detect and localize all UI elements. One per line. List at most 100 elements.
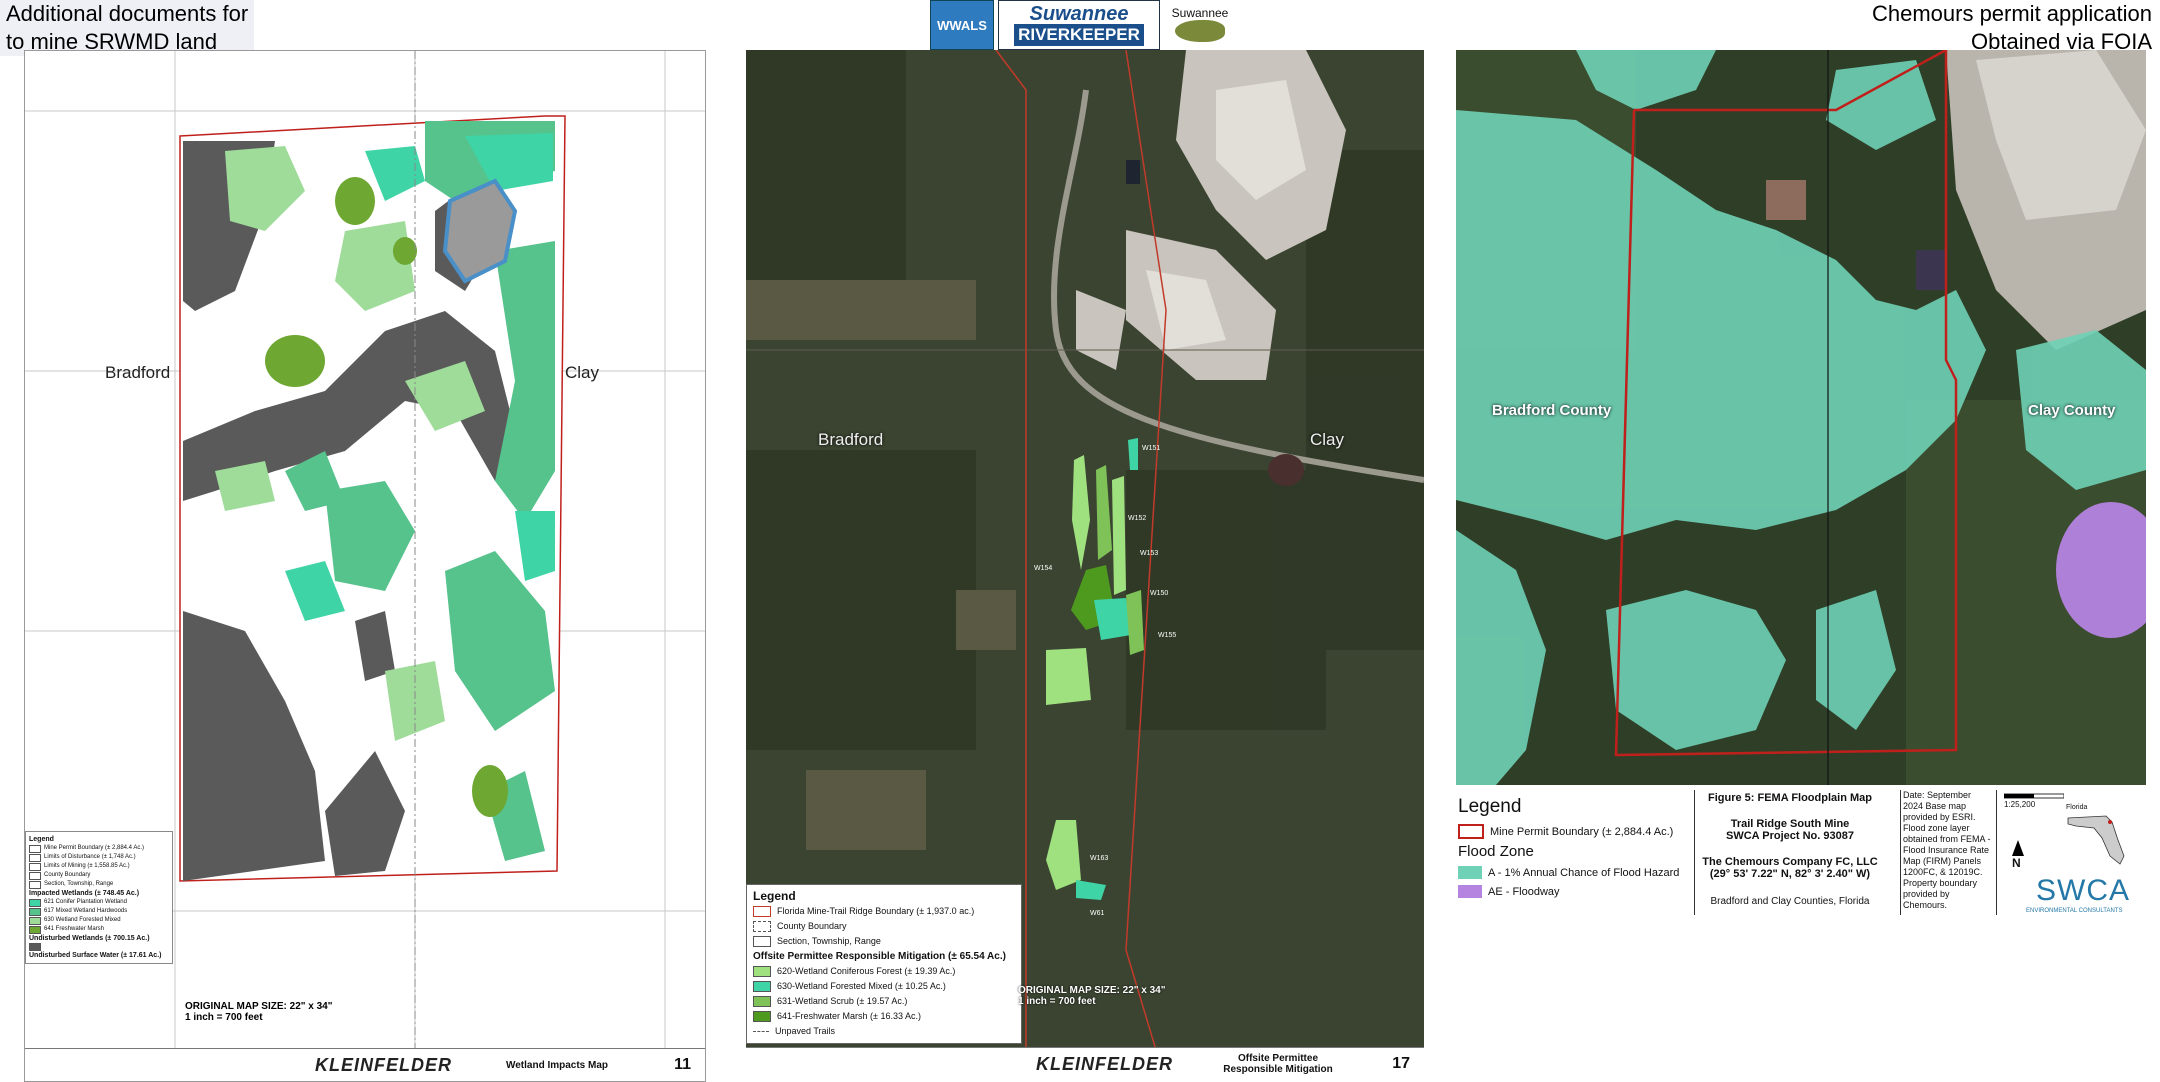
legend-swatch [753, 921, 771, 932]
legend-item: Mine Permit Boundary (± 2,884.4 Ac.) [1458, 824, 1688, 839]
legend-label: A - 1% Annual Chance of Flood Hazard [1488, 866, 1680, 879]
wetland-id-label: W61 [1090, 910, 1105, 917]
suwannee-fish-logo-text: Suwannee [1171, 6, 1229, 20]
legend-swatch [1458, 824, 1484, 839]
scale-text: 1 inch = 700 feet [1018, 996, 1096, 1007]
legend-item: Limits of Mining (± 1,558.85 Ac.) [29, 862, 169, 871]
mitigation-legend: Legend Florida Mine-Trail Ridge Boundary… [746, 884, 1022, 1044]
original-map-size: ORIGINAL MAP SIZE: 22" x 34" [1018, 985, 1166, 996]
legend-item: AE - Floodway [1458, 885, 1688, 898]
legend-swatch [1458, 866, 1482, 879]
map-scale: ORIGINAL MAP SIZE: 22" x 34" 1 inch = 70… [1018, 985, 1166, 1007]
title-block-title: Offsite Permittee Responsible Mitigation [1223, 1053, 1333, 1075]
date-note: Date: September 2024 Base map provided b… [1900, 790, 1991, 915]
legend-label: 631-Wetland Scrub (± 19.57 Ac.) [777, 996, 908, 1006]
legend-swatch [753, 1031, 769, 1032]
wetland-impacts-legend: Legend Mine Permit Boundary (± 2,884.4 A… [25, 831, 173, 964]
legend-label: Mine Permit Boundary (± 2,884.4 Ac.) [1490, 825, 1674, 838]
legend-swatch [29, 907, 41, 916]
wetland-id-label: W155 [1158, 632, 1177, 639]
wetland-id-label: W150 [1150, 590, 1169, 597]
county-label-bradford: Bradford [818, 430, 884, 449]
legend-label: 641 Freshwater Marsh [44, 926, 105, 932]
figure-info: Figure 5: FEMA Floodplain Map Trail Ridg… [1694, 790, 1885, 915]
legend-item: 630-Wetland Forested Mixed (± 10.25 Ac.) [753, 979, 1015, 994]
scale-bar [2004, 793, 2064, 799]
header-left-line1: Additional documents for [0, 0, 255, 28]
county-label-clay: Clay [565, 363, 600, 382]
original-map-size: ORIGINAL MAP SIZE: 22" x 34" [185, 1001, 333, 1012]
kleinfelder-logo: KLEINFELDER [315, 1054, 452, 1075]
legend-swatch [29, 916, 41, 925]
legend-item [29, 943, 169, 951]
floodplain-legend: Legend Mine Permit Boundary (± 2,884.4 A… [1458, 796, 1688, 898]
legend-swatch [29, 898, 41, 907]
florida-locator-icon [2067, 815, 2125, 865]
logo-strip: WWALS Suwannee RIVERKEEPER Suwannee [930, 0, 1236, 50]
county-label-bradford: Bradford County [1492, 402, 1612, 419]
wetland-id-label: W152 [1128, 515, 1147, 522]
legend-label: Section, Township, Range [777, 936, 881, 946]
riverkeeper-logo-bottom: RIVERKEEPER [1014, 24, 1144, 46]
project-number: SWCA Project No. 93087 [1726, 830, 1854, 842]
legend-item: Unpaved Trails [753, 1024, 1015, 1039]
title-block: KLEINFELDER Offsite Permittee Responsibl… [746, 1047, 1424, 1080]
legend-label: 641-Freshwater Marsh (± 16.33 Ac.) [777, 1011, 921, 1021]
legend-swatch [1458, 885, 1482, 898]
figure-number: 11 [674, 1056, 691, 1073]
legend-title: Legend [1458, 796, 1522, 817]
legend-label: AE - Floodway [1488, 885, 1560, 898]
legend-item: County Boundary [753, 919, 1015, 934]
map-scale: ORIGINAL MAP SIZE: 22" x 34" 1 inch = 70… [185, 1001, 333, 1023]
header-right-line1: Chemours permit application [1871, 1, 2152, 26]
site-coordinates: (29° 53' 7.22" N, 82° 3' 2.40" W) [1709, 868, 1871, 880]
legend-swatch [29, 925, 41, 934]
legend-swatch [753, 1011, 771, 1022]
site-name: Trail Ridge South Mine [1730, 818, 1850, 830]
legend-label: Limits of Disturbance (± 1,748 Ac.) [44, 854, 136, 860]
legend-label: 617 Mixed Wetland Hardwoods [44, 908, 128, 914]
header-right: Chemours permit application Obtained via… [1872, 0, 2152, 56]
legend-item: Section, Township, Range [29, 880, 169, 889]
counties-text: Bradford and Clay Counties, Florida [1710, 896, 1870, 907]
legend-swatch [753, 996, 771, 1007]
legend-label: County Boundary [777, 921, 847, 931]
legend-label: Section, Township, Range [44, 881, 114, 887]
legend-swatch [29, 880, 41, 889]
legend-label: Limits of Mining (± 1,558.85 Ac.) [44, 863, 130, 869]
legend-item: Florida Mine-Trail Ridge Boundary (± 1,9… [753, 904, 1015, 919]
wwals-logo: WWALS [930, 0, 994, 50]
suwannee-fish-logo: Suwannee [1164, 0, 1236, 48]
legend-label: Unpaved Trails [775, 1026, 836, 1036]
legend-swatch [29, 862, 41, 871]
legend-item: 630 Wetland Forested Mixed [29, 916, 169, 925]
legend-item: County Boundary [29, 871, 169, 880]
legend-swatch [29, 853, 41, 862]
header-left: Additional documents for to mine SRWMD l… [0, 0, 255, 56]
legend-item: 641-Freshwater Marsh (± 16.33 Ac.) [753, 1009, 1015, 1024]
company-name: The Chemours Company FC, LLC [1702, 856, 1878, 868]
impacted-wetlands-title: Impacted Wetlands (± 748.45 Ac.) [29, 890, 140, 897]
legend-title: Legend [753, 889, 796, 903]
legend-swatch [753, 966, 771, 977]
offsite-mitigation-map: Bradford Clay W151 W152 W153 W154 W150 W… [746, 50, 1424, 1080]
wetland-id-label: W151 [1142, 445, 1161, 452]
scale-text: 1:25,200 [2004, 792, 2064, 809]
undisturbed-wetlands-title: Undisturbed Wetlands (± 700.15 Ac.) [29, 935, 150, 942]
legend-item: 641 Freshwater Marsh [29, 925, 169, 934]
county-label-bradford: Bradford [105, 363, 171, 382]
wetland-id-label: W154 [1034, 565, 1053, 572]
legend-item: 631-Wetland Scrub (± 19.57 Ac.) [753, 994, 1015, 1009]
north-label: N [2012, 856, 2021, 870]
riverkeeper-logo: Suwannee RIVERKEEPER [998, 0, 1160, 50]
title-block-title: Wetland Impacts Map [505, 1059, 609, 1071]
kleinfelder-logo: KLEINFELDER [1036, 1053, 1173, 1074]
wetland-id-label: W163 [1090, 855, 1109, 862]
legend-item: Limits of Disturbance (± 1,748 Ac.) [29, 853, 169, 862]
flood-zone-title: Flood Zone [1458, 843, 1534, 860]
scale-ratio: 1:25,200 [2004, 800, 2036, 809]
surface-water-title: Undisturbed Surface Water (± 17.61 Ac.) [29, 952, 162, 959]
legend-swatch [29, 871, 41, 880]
fish-icon [1175, 20, 1225, 42]
legend-label: 621 Conifer Plantation Wetland [44, 899, 127, 905]
